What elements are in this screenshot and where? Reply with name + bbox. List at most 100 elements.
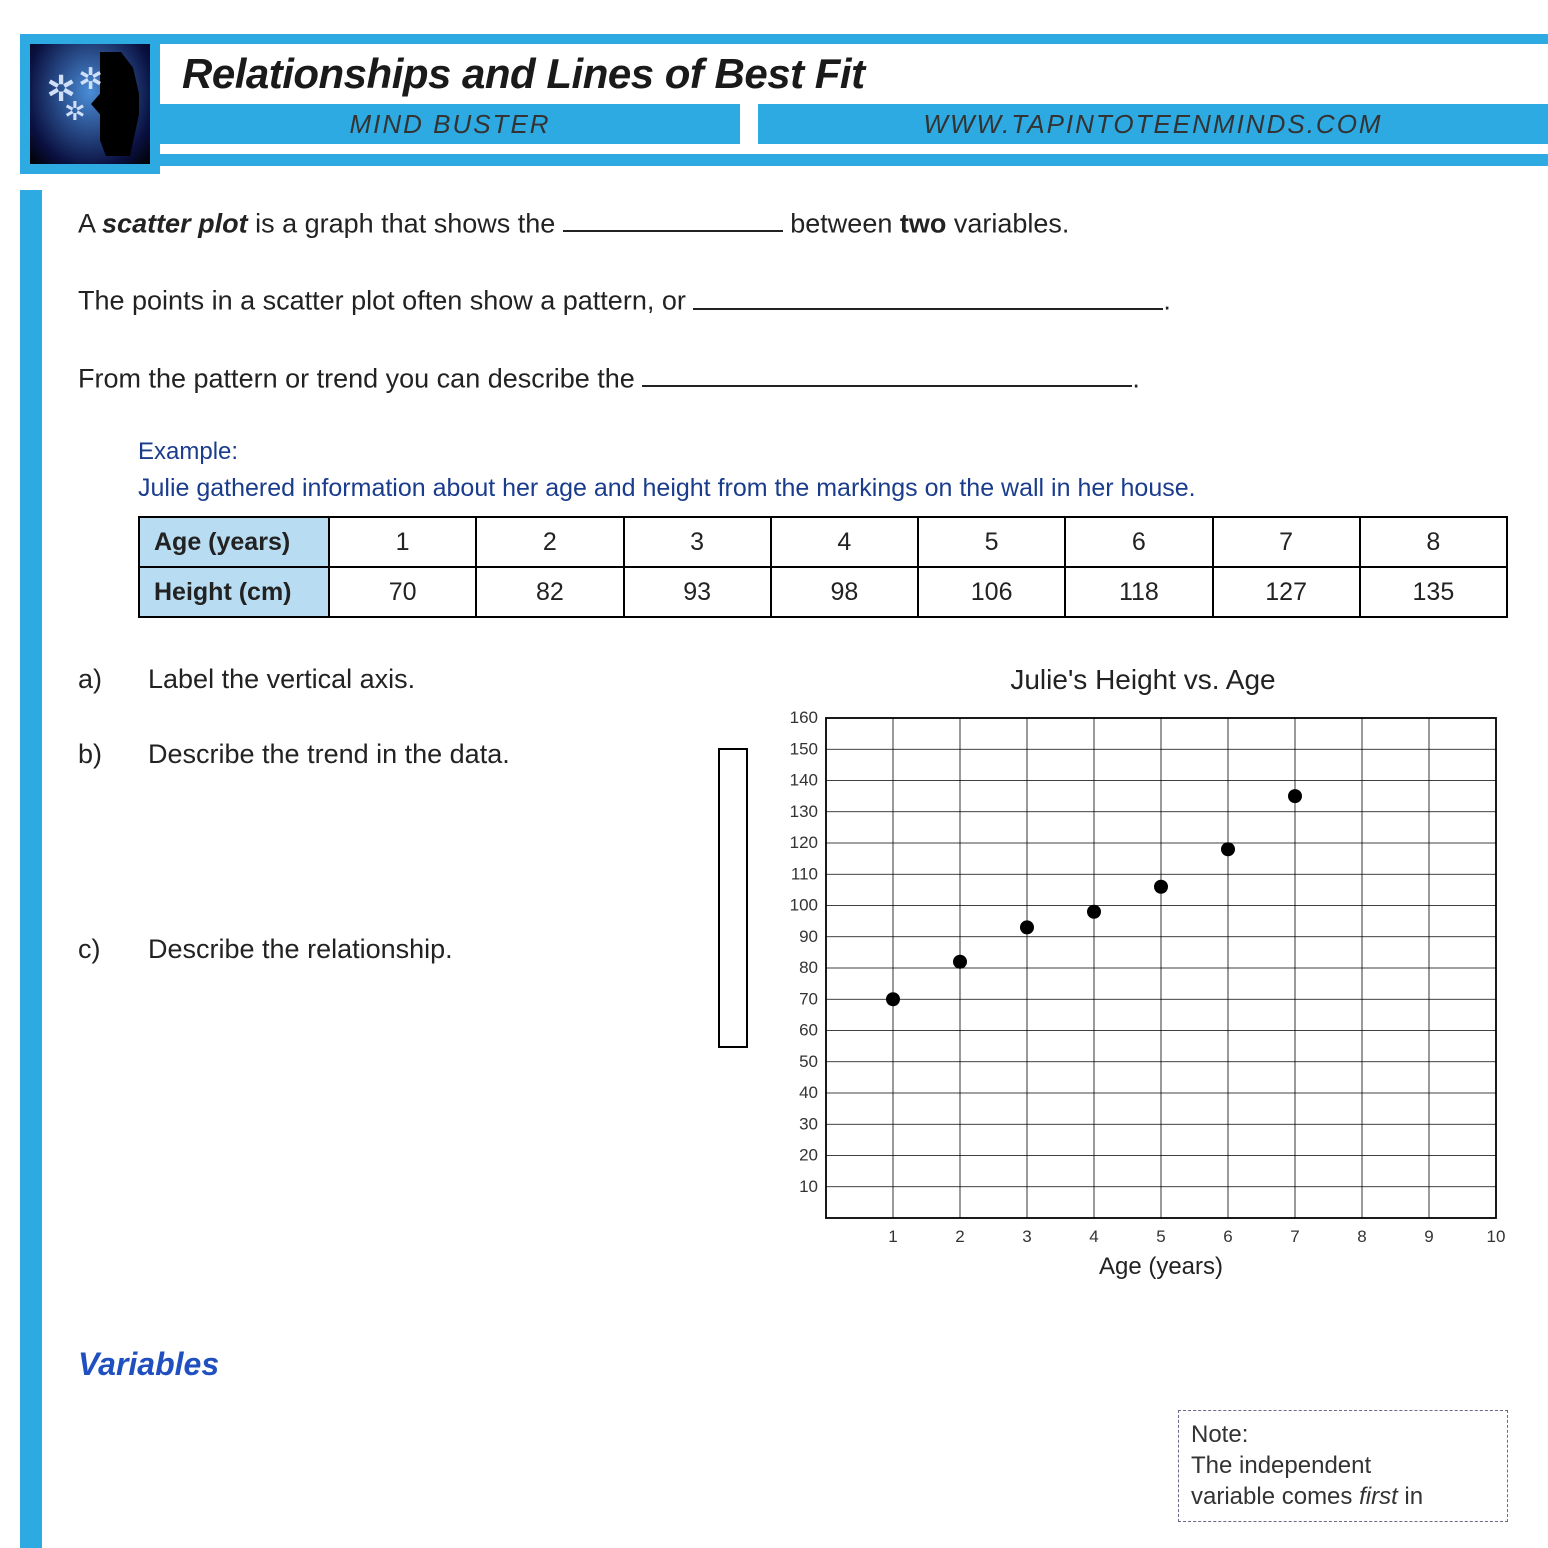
cell: 106 — [918, 567, 1065, 617]
svg-text:20: 20 — [799, 1146, 818, 1165]
blank-field[interactable] — [693, 281, 1163, 309]
svg-text:50: 50 — [799, 1052, 818, 1071]
svg-text:6: 6 — [1223, 1227, 1232, 1246]
blank-field[interactable] — [563, 204, 783, 232]
content: A scatter plot is a graph that shows the… — [78, 166, 1508, 1522]
text: . — [1132, 363, 1140, 393]
header: ✲ ✲ ✲ Relationships and Lines of Best Fi… — [0, 0, 1548, 166]
text: The points in a scatter plot often show … — [78, 286, 693, 316]
cell: 93 — [624, 567, 771, 617]
intro-line-1: A scatter plot is a graph that shows the… — [78, 204, 1508, 241]
svg-text:40: 40 — [799, 1083, 818, 1102]
gear-icon: ✲ — [78, 62, 103, 97]
svg-text:1: 1 — [888, 1227, 897, 1246]
example-text: Julie gathered information about her age… — [138, 472, 1508, 505]
header-bar-top — [160, 34, 1548, 44]
text: . — [1163, 286, 1171, 316]
row-header-age: Age (years) — [139, 517, 329, 567]
svg-text:130: 130 — [790, 802, 818, 821]
cell: 5 — [918, 517, 1065, 567]
table-row-age: Age (years) 1 2 3 4 5 6 7 8 — [139, 517, 1507, 567]
svg-text:9: 9 — [1424, 1227, 1433, 1246]
mind-buster-bar: MIND BUSTER — [160, 104, 740, 144]
svg-text:8: 8 — [1357, 1227, 1366, 1246]
cell: 6 — [1065, 517, 1212, 567]
svg-text:70: 70 — [799, 990, 818, 1009]
question-letter: c) — [78, 932, 148, 967]
question-text: Label the vertical axis. — [148, 662, 698, 697]
svg-text:5: 5 — [1156, 1227, 1165, 1246]
term-two: two — [900, 208, 947, 238]
logo: ✲ ✲ ✲ — [20, 34, 160, 174]
mid-row: a) Label the vertical axis. b) Describe … — [78, 662, 1508, 1288]
svg-text:4: 4 — [1089, 1227, 1098, 1246]
svg-text:140: 140 — [790, 771, 818, 790]
row-header-height: Height (cm) — [139, 567, 329, 617]
term-scatter-plot: scatter plot — [102, 208, 248, 238]
text: in — [1398, 1483, 1423, 1510]
cell: 4 — [771, 517, 918, 567]
gear-icon: ✲ — [64, 96, 86, 127]
svg-text:150: 150 — [790, 740, 818, 759]
svg-text:3: 3 — [1022, 1227, 1031, 1246]
chart-side: Julie's Height vs. Age 10 20 30 40 50 60 70 80 9… — [718, 662, 1508, 1288]
question-letter: b) — [78, 737, 148, 772]
svg-text:100: 100 — [790, 896, 818, 915]
cell: 82 — [476, 567, 623, 617]
svg-text:30: 30 — [799, 1115, 818, 1134]
question-text: Describe the trend in the data. — [148, 737, 698, 772]
header-bar-bottom — [160, 154, 1548, 166]
example-label: Example: — [138, 436, 1508, 467]
note-label: Note: — [1191, 1419, 1495, 1450]
cell: 1 — [329, 517, 476, 567]
footer-row: placeholder for cut-off text Note: The i… — [78, 1410, 1508, 1522]
intro-line-2: The points in a scatter plot often show … — [78, 281, 1508, 318]
text: From the pattern or trend you can descri… — [78, 363, 642, 393]
title-row: Relationships and Lines of Best Fit — [160, 44, 1508, 104]
cell: 135 — [1360, 567, 1507, 617]
spacer — [78, 812, 698, 932]
cell: 70 — [329, 567, 476, 617]
svg-text:Age (years): Age (years) — [1099, 1253, 1223, 1280]
questions: a) Label the vertical axis. b) Describe … — [78, 662, 698, 1007]
svg-text:80: 80 — [799, 958, 818, 977]
svg-text:160: 160 — [790, 708, 818, 727]
cell: 98 — [771, 567, 918, 617]
note-line-2: variable comes first in — [1191, 1481, 1495, 1512]
cell: 8 — [1360, 517, 1507, 567]
svg-text:110: 110 — [791, 865, 818, 884]
text: variable comes — [1191, 1483, 1359, 1510]
url-bar: WWW.TAPINTOTEENMINDS.COM — [758, 104, 1548, 144]
chart-row: 1020304050607080901001101201301401501601… — [718, 708, 1508, 1288]
text: is a graph that shows the — [248, 208, 563, 238]
svg-text:10: 10 — [1487, 1227, 1506, 1246]
logo-image: ✲ ✲ ✲ — [30, 44, 150, 164]
footer-text: placeholder for cut-off text — [78, 1410, 1142, 1522]
note-emphasis: first — [1359, 1483, 1398, 1510]
question-a: a) Label the vertical axis. — [78, 662, 698, 697]
cell: 2 — [476, 517, 623, 567]
question-letter: a) — [78, 662, 148, 697]
left-stripe — [20, 190, 42, 1548]
chart-title: Julie's Height vs. Age — [778, 662, 1508, 698]
scatter-chart: 1020304050607080901001101201301401501601… — [766, 708, 1506, 1288]
cell: 3 — [624, 517, 771, 567]
blank-field[interactable] — [642, 359, 1132, 387]
text: between — [783, 208, 900, 238]
note-box: Note: The independent variable comes fir… — [1178, 1410, 1508, 1522]
cell: 127 — [1213, 567, 1360, 617]
table-row-height: Height (cm) 70 82 93 98 106 118 127 135 — [139, 567, 1507, 617]
question-text: Describe the relationship. — [148, 932, 698, 967]
cell: 7 — [1213, 517, 1360, 567]
svg-text:2: 2 — [955, 1227, 964, 1246]
svg-text:10: 10 — [799, 1177, 818, 1196]
svg-text:90: 90 — [799, 927, 818, 946]
svg-text:7: 7 — [1290, 1227, 1299, 1246]
question-c: c) Describe the relationship. — [78, 932, 698, 967]
y-axis-label-box[interactable] — [718, 748, 748, 1048]
header-bars: MIND BUSTER WWW.TAPINTOTEENMINDS.COM — [160, 104, 1548, 144]
page-title: Relationships and Lines of Best Fit — [182, 50, 865, 97]
example-block: Example: Julie gathered information abou… — [138, 436, 1508, 618]
svg-text:60: 60 — [799, 1021, 818, 1040]
variables-heading: Variables — [78, 1344, 1508, 1386]
